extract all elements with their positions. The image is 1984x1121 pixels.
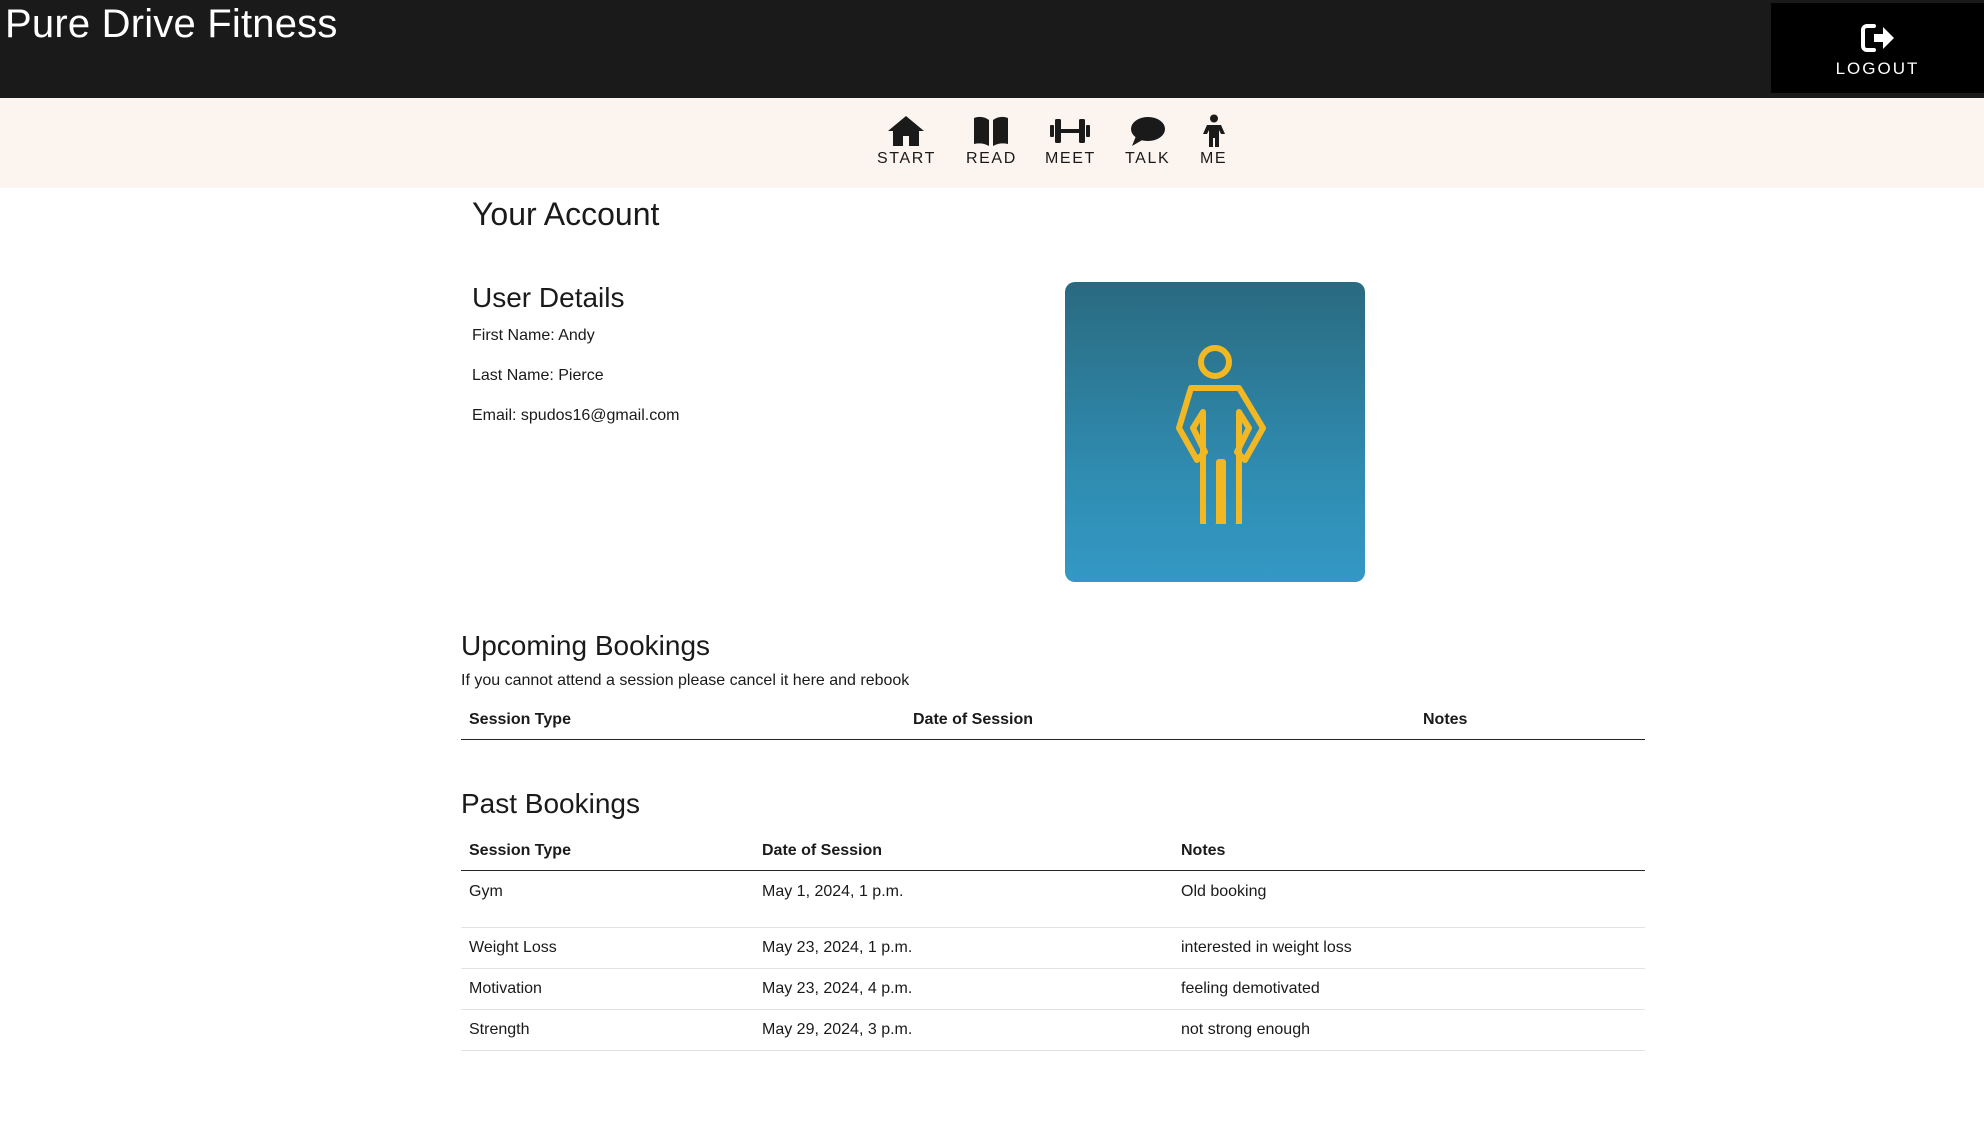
standing-person-icon bbox=[1176, 345, 1266, 524]
table-row: Motivation May 23, 2024, 4 p.m. feeling … bbox=[461, 968, 1645, 1010]
column-header: Session Type bbox=[461, 702, 905, 740]
nav-label-me: ME bbox=[1200, 150, 1228, 167]
session-notes-cell: feeling demotivated bbox=[1173, 968, 1645, 1010]
column-header: Date of Session bbox=[754, 833, 1173, 871]
brand-title[interactable]: Pure Drive Fitness bbox=[5, 2, 338, 47]
table-header-row: Session Type Date of Session Notes bbox=[461, 702, 1645, 740]
nav-label-read: READ bbox=[966, 150, 1017, 167]
avatar bbox=[1065, 282, 1365, 582]
past-bookings-table: Session Type Date of Session Notes Gym M… bbox=[461, 833, 1645, 1051]
home-icon bbox=[888, 116, 925, 146]
upcoming-bookings-note: If you cannot attend a session please ca… bbox=[461, 672, 910, 689]
past-bookings-heading: Past Bookings bbox=[461, 788, 640, 819]
first-name-text: First Name: Andy bbox=[472, 327, 595, 344]
main-nav: START READ MEET TALK ME bbox=[0, 98, 1984, 188]
email-text: Email: spudos16@gmail.com bbox=[472, 407, 680, 424]
session-type-cell: Gym bbox=[461, 870, 754, 928]
table-row: Gym May 1, 2024, 1 p.m. Old booking bbox=[461, 870, 1645, 928]
session-notes-cell: interested in weight loss bbox=[1173, 927, 1645, 969]
column-header: Date of Session bbox=[905, 702, 1415, 740]
table-header-row: Session Type Date of Session Notes bbox=[461, 833, 1645, 871]
nav-item-talk[interactable]: TALK bbox=[1125, 114, 1170, 168]
session-type-cell: Strength bbox=[461, 1009, 754, 1051]
nav-item-start[interactable]: START bbox=[877, 114, 936, 168]
user-details-heading: User Details bbox=[472, 282, 625, 313]
session-date-cell: May 23, 2024, 4 p.m. bbox=[754, 968, 1173, 1010]
page-title: Your Account bbox=[472, 196, 660, 232]
nav-label-meet: MEET bbox=[1045, 150, 1096, 167]
table-row: Weight Loss May 23, 2024, 1 p.m. interes… bbox=[461, 927, 1645, 969]
speech-bubble-icon bbox=[1130, 117, 1165, 146]
column-header: Notes bbox=[1415, 702, 1645, 740]
session-date-cell: May 23, 2024, 1 p.m. bbox=[754, 927, 1173, 969]
book-icon bbox=[974, 116, 1009, 146]
table-row: Strength May 29, 2024, 3 p.m. not strong… bbox=[461, 1009, 1645, 1051]
nav-item-me[interactable]: ME bbox=[1200, 114, 1227, 168]
sign-out-icon bbox=[1860, 24, 1894, 52]
session-notes-cell: Old booking bbox=[1173, 870, 1645, 928]
session-date-cell: May 1, 2024, 1 p.m. bbox=[754, 870, 1173, 928]
session-date-cell: May 29, 2024, 3 p.m. bbox=[754, 1009, 1173, 1051]
logout-label: LOGOUT bbox=[1835, 59, 1920, 78]
logout-button[interactable]: LOGOUT bbox=[1771, 3, 1984, 93]
nav-item-meet[interactable]: MEET bbox=[1045, 114, 1096, 168]
upcoming-bookings-table: Session Type Date of Session Notes bbox=[461, 702, 1645, 740]
upcoming-bookings-heading: Upcoming Bookings bbox=[461, 630, 711, 661]
session-type-cell: Motivation bbox=[461, 968, 754, 1010]
column-header: Session Type bbox=[461, 833, 754, 871]
person-icon bbox=[1202, 114, 1225, 147]
nav-item-read[interactable]: READ bbox=[966, 114, 1017, 168]
dumbbell-icon bbox=[1050, 119, 1091, 143]
column-header: Notes bbox=[1173, 833, 1645, 871]
last-name-text: Last Name: Pierce bbox=[472, 367, 604, 384]
session-notes-cell: not strong enough bbox=[1173, 1009, 1645, 1051]
session-type-cell: Weight Loss bbox=[461, 927, 754, 969]
top-header: Pure Drive Fitness LOGOUT bbox=[0, 0, 1984, 98]
nav-label-talk: TALK bbox=[1125, 150, 1171, 167]
nav-label-start: START bbox=[877, 150, 936, 167]
